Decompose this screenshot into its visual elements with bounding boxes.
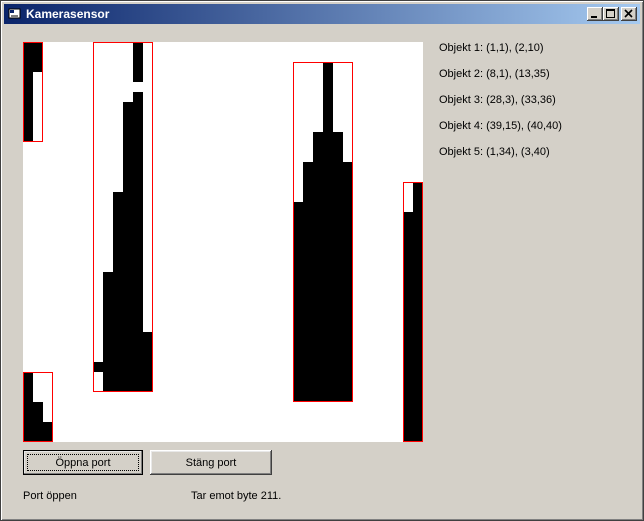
open-port-label: Öppna port bbox=[55, 456, 111, 469]
close-port-label: Stäng port bbox=[185, 456, 237, 469]
minimize-icon bbox=[591, 16, 597, 18]
maximize-button[interactable] bbox=[603, 7, 619, 21]
app-icon[interactable] bbox=[8, 7, 22, 20]
open-port-button[interactable]: Öppna port bbox=[23, 450, 143, 475]
maximize-icon bbox=[606, 9, 615, 18]
close-port-button[interactable]: Stäng port bbox=[150, 450, 272, 475]
close-icon bbox=[624, 9, 633, 18]
minimize-button[interactable] bbox=[587, 7, 603, 21]
title-bar[interactable]: Kamerasensor bbox=[4, 4, 640, 24]
camera-image bbox=[23, 42, 423, 442]
object-label-5: Objekt 5: (1,34), (3,40) bbox=[439, 146, 550, 158]
receive-status: Tar emot byte 211. bbox=[191, 490, 282, 502]
main-window: Kamerasensor Objekt 1: (1,1), (2,10) Obj… bbox=[0, 0, 644, 521]
object-label-4: Objekt 4: (39,15), (40,40) bbox=[439, 120, 562, 132]
object-label-3: Objekt 3: (28,3), (33,36) bbox=[439, 94, 556, 106]
camera-pixels bbox=[23, 42, 423, 442]
window-title: Kamerasensor bbox=[26, 7, 110, 21]
object-label-1: Objekt 1: (1,1), (2,10) bbox=[439, 42, 544, 54]
port-status: Port öppen bbox=[23, 490, 77, 502]
object-label-2: Objekt 2: (8,1), (13,35) bbox=[439, 68, 550, 80]
close-button[interactable] bbox=[621, 7, 637, 21]
